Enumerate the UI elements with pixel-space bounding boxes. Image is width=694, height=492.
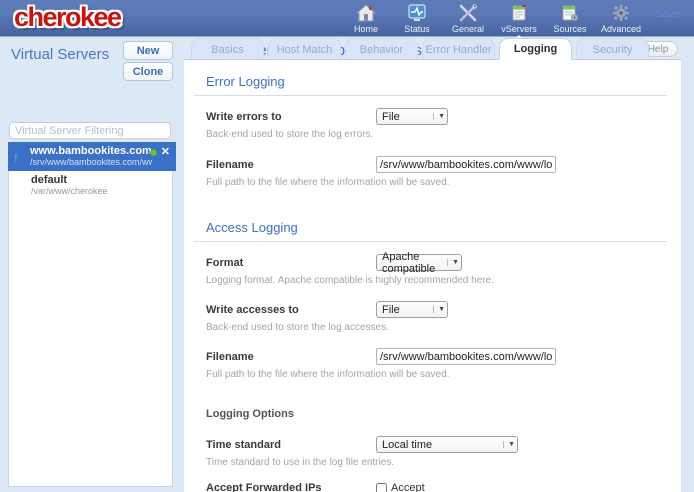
nav-item-advanced[interactable]: Advanced [600, 3, 642, 36]
tab-basics[interactable]: Basics [191, 38, 264, 60]
server-name: default [31, 174, 166, 186]
general-tools-icon [458, 3, 478, 23]
tab-error-handler[interactable]: Error Handler [422, 38, 495, 60]
section-divider [194, 241, 667, 242]
select-arrow-icon: ▼ [447, 259, 459, 266]
nav-item-general[interactable]: General [447, 3, 489, 36]
write-errors-to-select[interactable]: File ▼ [376, 108, 448, 125]
write-errors-to-label: Write errors to [206, 111, 376, 123]
advanced-gear-icon [611, 3, 631, 23]
section-divider [194, 95, 667, 96]
error-filename-input[interactable] [376, 156, 556, 173]
new-button[interactable]: New [123, 41, 173, 60]
sidebar-title: Virtual Servers [11, 46, 109, 63]
nav-label: Status [404, 24, 430, 34]
format-label: Format [206, 257, 376, 269]
format-select[interactable]: Apache compatible ▼ [376, 254, 462, 271]
drag-handle-arrow-icon[interactable]: ↑ [13, 150, 19, 164]
main-nav: Home Status General [345, 3, 642, 36]
tab-security[interactable]: Security [576, 38, 649, 60]
accept-forwarded-ips-checkbox[interactable] [376, 483, 387, 492]
nav-label: vServers [501, 24, 537, 34]
write-accesses-to-select[interactable]: File ▼ [376, 301, 448, 318]
tab-host-match[interactable]: Host Match [268, 38, 341, 60]
logging-tab-content: Error Logging Write errors to File ▼ Bac… [183, 59, 682, 492]
nav-label: Home [354, 24, 378, 34]
time-standard-label: Time standard [206, 439, 376, 451]
tab-behavior[interactable]: Behavior [345, 38, 418, 60]
server-path: /srv/www/bambookites.com/www/public_htm [30, 157, 152, 167]
field-description: Full path to the file where the informat… [206, 369, 667, 380]
clone-button[interactable]: Clone [123, 62, 173, 81]
time-standard-select[interactable]: Local time ▼ [376, 436, 518, 453]
server-online-dot-icon [150, 149, 157, 156]
server-name: www.bambookites.com [30, 145, 152, 157]
access-filename-input[interactable] [376, 348, 556, 365]
logging-options-subheading: Logging Options [206, 408, 667, 420]
select-arrow-icon: ▼ [433, 113, 445, 120]
virtual-server-list: ↑ www.bambookites.com /srv/www/bambookit… [8, 142, 173, 487]
top-navigation-bar: cherokee Home Status [0, 0, 694, 37]
nav-item-sources[interactable]: Sources [549, 3, 591, 36]
tab-logging[interactable]: Logging [499, 38, 572, 60]
error-logging-heading: Error Logging [206, 74, 667, 89]
delete-server-icon[interactable]: ✕ [161, 147, 170, 158]
main-panel: Virtual Server: www.bambookites.com Help… [183, 38, 682, 492]
access-logging-heading: Access Logging [206, 220, 667, 235]
error-filename-label: Filename [206, 159, 376, 171]
nav-label: Sources [553, 24, 586, 34]
server-list-item[interactable]: default /var/www/cherokee [9, 171, 172, 200]
field-description: Logging format. Apache compatible is hig… [206, 275, 667, 286]
status-icon [407, 3, 427, 23]
cherokee-logo: cherokee [14, 2, 121, 33]
nav-label: Advanced [601, 24, 641, 34]
sidebar-header: Virtual Servers New Clone [0, 38, 181, 84]
accept-checkbox-label: Accept [391, 482, 425, 492]
access-filename-label: Filename [206, 351, 376, 363]
nav-item-vservers[interactable]: vServers [498, 3, 540, 36]
tab-strip: Basics Host Match Behavior Error Handler… [183, 38, 682, 59]
field-description: Back-end used to store the log errors. [206, 129, 667, 140]
virtual-server-filter-input[interactable] [9, 122, 171, 139]
field-description: Full path to the file where the informat… [206, 177, 667, 188]
select-arrow-icon: ▼ [503, 441, 515, 448]
server-path: /var/www/cherokee [31, 186, 166, 196]
server-list-item-selected[interactable]: ↑ www.bambookites.com /srv/www/bambookit… [8, 142, 176, 171]
accept-checkbox-wrap: Accept [376, 482, 425, 492]
select-arrow-icon: ▼ [433, 306, 445, 313]
write-accesses-to-label: Write accesses to [206, 304, 376, 316]
nav-item-home[interactable]: Home [345, 3, 387, 36]
accept-forwarded-ips-label: Accept Forwarded IPs [206, 482, 376, 492]
field-description: Time standard to use in the log file ent… [206, 457, 667, 468]
nav-item-status[interactable]: Status [396, 3, 438, 36]
vservers-icon [509, 3, 529, 23]
field-description: Back-end used to store the log accesses. [206, 322, 667, 333]
nav-label: General [452, 24, 484, 34]
sources-icon [560, 3, 580, 23]
virtual-servers-sidebar: Virtual Servers New Clone ↑ www.bambooki… [0, 38, 181, 492]
save-button[interactable]: Save [655, 8, 680, 20]
home-icon [356, 3, 376, 23]
